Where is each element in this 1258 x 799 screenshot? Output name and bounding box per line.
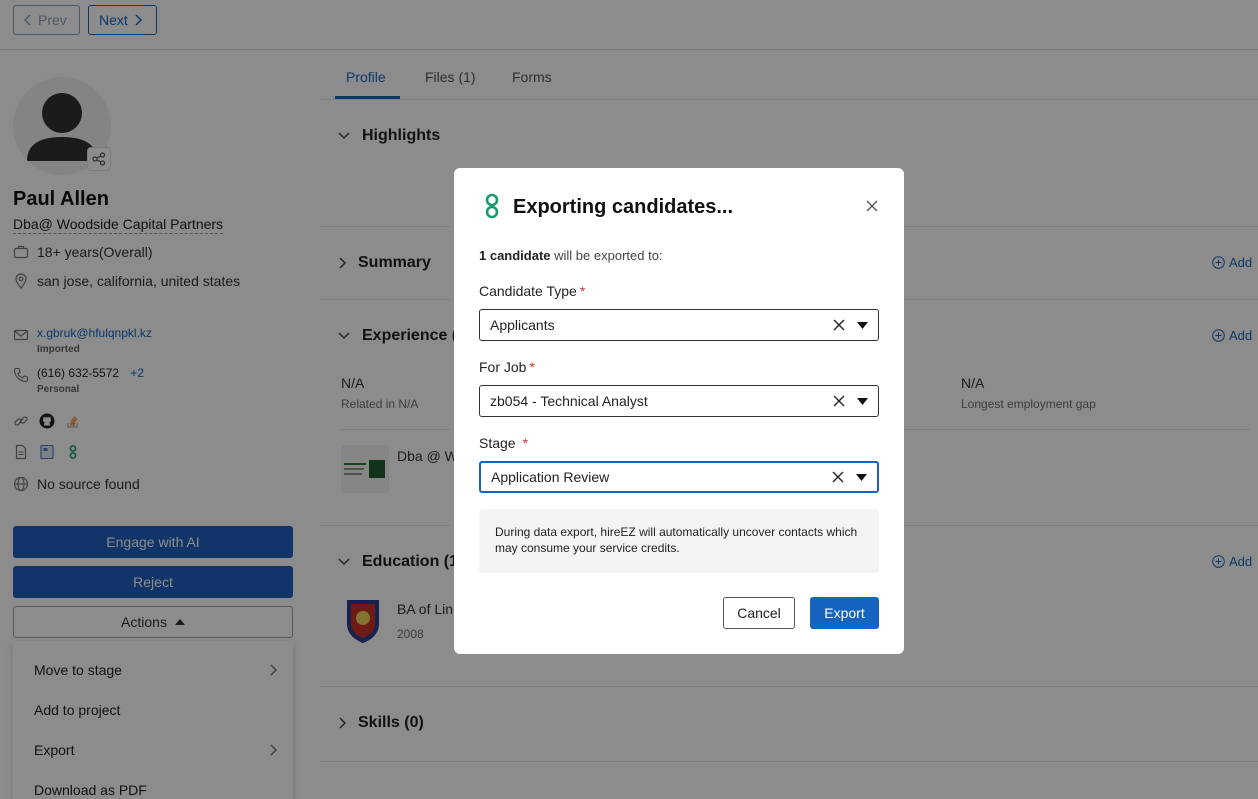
job-label: For Job * bbox=[479, 359, 535, 375]
export-count-bold: 1 candidate bbox=[479, 248, 551, 263]
caret-down-icon[interactable] bbox=[857, 397, 868, 405]
stage-value: Application Review bbox=[491, 469, 610, 485]
required-mark: * bbox=[529, 359, 535, 375]
candidate-type-label: Candidate Type * bbox=[479, 283, 585, 299]
job-value: zb054 - Technical Analyst bbox=[490, 393, 648, 409]
candidate-type-select[interactable]: Applicants bbox=[479, 309, 879, 341]
job-label-text: For Job bbox=[479, 359, 527, 375]
close-icon[interactable] bbox=[864, 198, 880, 214]
stage-label-text: Stage bbox=[479, 435, 516, 451]
hireez-logo-icon bbox=[485, 193, 499, 219]
cancel-button[interactable]: Cancel bbox=[723, 597, 795, 629]
export-button[interactable]: Export bbox=[810, 597, 879, 629]
stage-select[interactable]: Application Review bbox=[479, 461, 879, 493]
clear-icon[interactable] bbox=[833, 395, 845, 407]
required-mark: * bbox=[579, 283, 586, 299]
dialog-title: Exporting candidates... bbox=[513, 196, 734, 218]
clear-icon[interactable] bbox=[832, 471, 844, 483]
candidate-type-value: Applicants bbox=[490, 317, 555, 333]
job-select[interactable]: zb054 - Technical Analyst bbox=[479, 385, 879, 417]
clear-icon[interactable] bbox=[833, 319, 845, 331]
caret-down-icon[interactable] bbox=[856, 473, 867, 481]
export-count-text: 1 candidate will be exported to: bbox=[479, 248, 663, 263]
export-candidates-dialog: Exporting candidates... 1 candidate will… bbox=[454, 168, 904, 654]
candidate-type-label-text: Candidate Type bbox=[479, 283, 577, 299]
credit-usage-note: During data export, hireEZ will automati… bbox=[479, 509, 879, 573]
stage-label: Stage * bbox=[479, 435, 528, 451]
required-mark: * bbox=[522, 435, 529, 451]
export-count-rest: will be exported to: bbox=[550, 248, 663, 263]
caret-down-icon[interactable] bbox=[857, 321, 868, 329]
